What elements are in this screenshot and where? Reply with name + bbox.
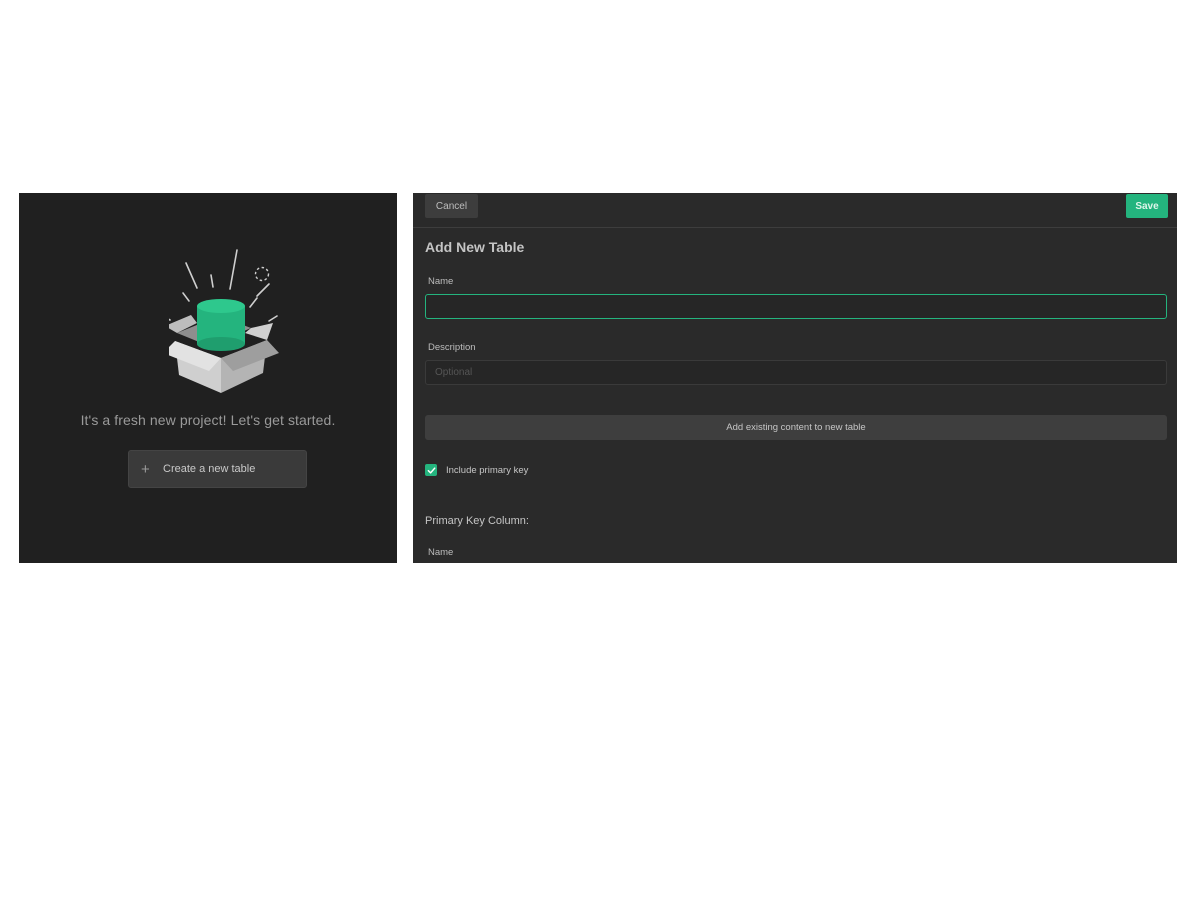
checkbox-checked-icon[interactable] [425, 464, 437, 476]
include-primary-key-checkbox[interactable]: Include primary key [425, 464, 528, 476]
plus-icon: + [141, 460, 150, 478]
name-field-label: Name [428, 276, 454, 287]
include-primary-key-label: Include primary key [446, 464, 529, 476]
table-name-input[interactable] [425, 294, 1167, 319]
create-new-table-label: Create a new table [163, 463, 256, 475]
checkmark-icon [427, 466, 435, 474]
primary-key-name-label: Name [428, 547, 454, 558]
save-button[interactable]: Save [1126, 194, 1168, 218]
description-field-label: Description [428, 342, 476, 353]
empty-project-panel: It's a fresh new project! Let's get star… [19, 193, 397, 563]
form-title: Add New Table [425, 239, 525, 255]
primary-key-section-title: Primary Key Column: [425, 515, 529, 527]
empty-state-message: It's a fresh new project! Let's get star… [80, 412, 336, 428]
form-toolbar: Cancel Save [413, 193, 1177, 228]
description-input[interactable] [425, 360, 1167, 385]
box-database-illustration-icon [169, 249, 279, 393]
cancel-button[interactable]: Cancel [425, 194, 478, 218]
add-table-form-panel: Cancel Save Add New Table Name Descripti… [413, 193, 1177, 563]
create-new-table-button[interactable]: + Create a new table [128, 450, 307, 488]
add-existing-content-button[interactable]: Add existing content to new table [425, 415, 1167, 440]
